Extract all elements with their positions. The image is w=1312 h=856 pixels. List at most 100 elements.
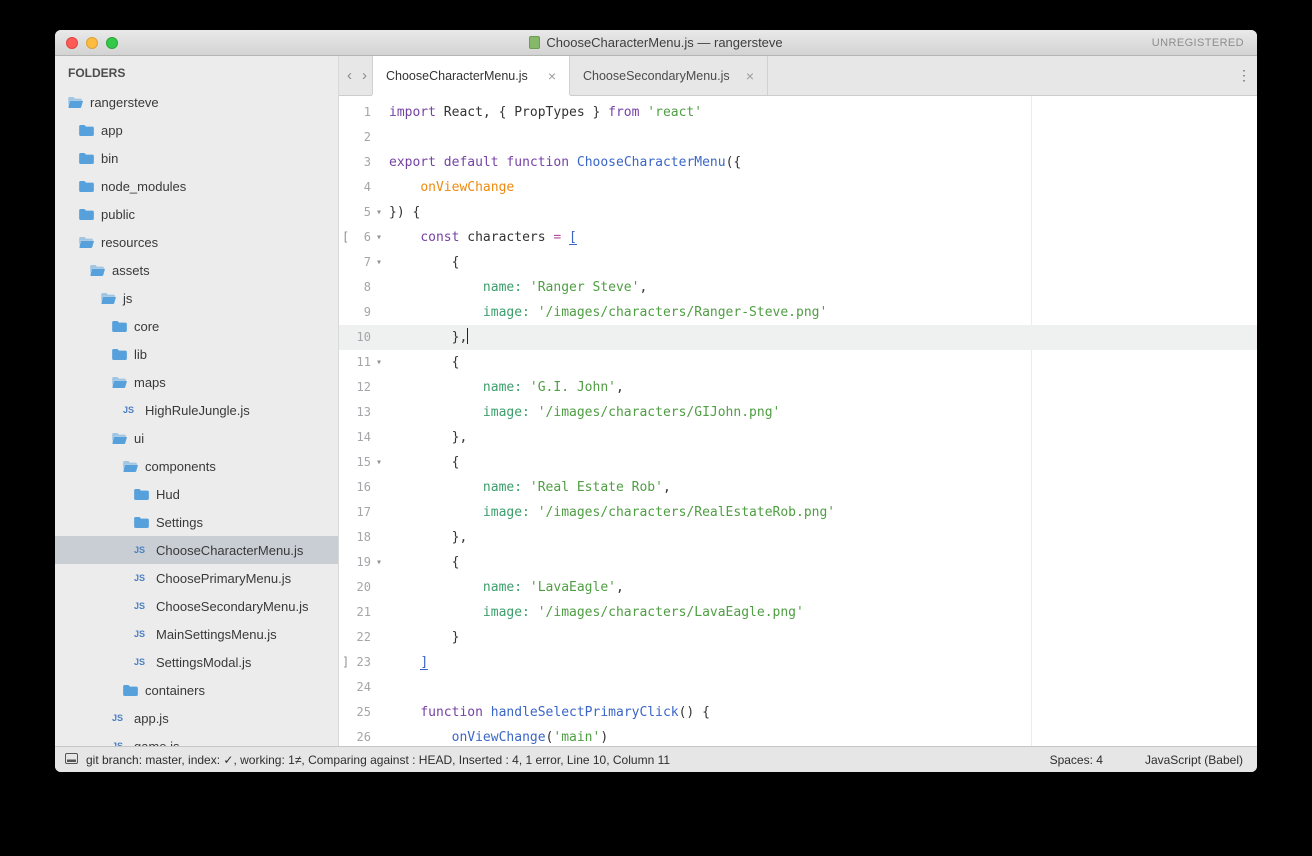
token <box>561 230 569 245</box>
code-line-23[interactable]: ]23 ] <box>339 650 1257 675</box>
panel-toggle-icon[interactable] <box>65 753 78 767</box>
tree-item-containers[interactable]: containers <box>55 676 338 704</box>
close-window-button[interactable] <box>66 37 78 49</box>
code-line-8[interactable]: 8 name: 'Ranger Steve', <box>339 275 1257 300</box>
code-line-14[interactable]: 14 }, <box>339 425 1257 450</box>
code-line-3[interactable]: 3export default function ChooseCharacter… <box>339 150 1257 175</box>
tab-overflow-menu-icon[interactable]: ⋮ <box>1231 56 1257 95</box>
title-bar[interactable]: ChooseCharacterMenu.js — rangersteve UNR… <box>55 30 1257 56</box>
line-number: 11 <box>351 350 371 375</box>
code-line-10[interactable]: 10 }, <box>339 325 1257 350</box>
code-line-15[interactable]: 15▾ { <box>339 450 1257 475</box>
zoom-window-button[interactable] <box>106 37 118 49</box>
gutter-spacer <box>371 650 387 675</box>
code-line-25[interactable]: 25 function handleSelectPrimaryClick() { <box>339 700 1257 725</box>
tab-close-icon[interactable]: × <box>548 68 556 84</box>
code-line-24[interactable]: 24 <box>339 675 1257 700</box>
token: 'G.I. John' <box>530 380 616 395</box>
line-number: 4 <box>351 175 371 200</box>
tree-item-hud[interactable]: Hud <box>55 480 338 508</box>
gutter-bracket-marker <box>339 525 351 550</box>
tree-item-components[interactable]: components <box>55 452 338 480</box>
code-line-13[interactable]: 13 image: '/images/characters/GIJohn.png… <box>339 400 1257 425</box>
code-line-9[interactable]: 9 image: '/images/characters/Ranger-Stev… <box>339 300 1257 325</box>
code-line-12[interactable]: 12 name: 'G.I. John', <box>339 375 1257 400</box>
tree-item-public[interactable]: public <box>55 200 338 228</box>
code-line-22[interactable]: 22 } <box>339 625 1257 650</box>
tab-choosecharactermenu-js[interactable]: ChooseCharacterMenu.js× <box>372 56 570 95</box>
code-line-26[interactable]: 26 onViewChange('main') <box>339 725 1257 746</box>
fold-arrow-icon[interactable]: ▾ <box>371 450 387 475</box>
tree-item-app-js[interactable]: JSapp.js <box>55 704 338 732</box>
tree-item-label: bin <box>101 151 118 166</box>
gutter-spacer <box>371 325 387 350</box>
tab-choosesecondarymenu-js[interactable]: ChooseSecondaryMenu.js× <box>570 56 768 95</box>
code-line-5[interactable]: 5▾}) { <box>339 200 1257 225</box>
tree-item-core[interactable]: core <box>55 312 338 340</box>
tree-item-rangersteve[interactable]: rangersteve <box>55 88 338 116</box>
code-line-1[interactable]: 1import React, { PropTypes } from 'react… <box>339 100 1257 125</box>
tree-item-lib[interactable]: lib <box>55 340 338 368</box>
code-line-21[interactable]: 21 image: '/images/characters/LavaEagle.… <box>339 600 1257 625</box>
gutter-bracket-marker <box>339 350 351 375</box>
token <box>530 405 538 420</box>
code-text: name: 'LavaEagle', <box>389 575 624 600</box>
code-line-20[interactable]: 20 name: 'LavaEagle', <box>339 575 1257 600</box>
code-line-18[interactable]: 18 }, <box>339 525 1257 550</box>
code-editor[interactable]: 1import React, { PropTypes } from 'react… <box>339 96 1257 746</box>
line-number: 12 <box>351 375 371 400</box>
line-number: 15 <box>351 450 371 475</box>
code-line-16[interactable]: 16 name: 'Real Estate Rob', <box>339 475 1257 500</box>
syntax-setting[interactable]: JavaScript (Babel) <box>1145 753 1243 767</box>
tree-item-settings[interactable]: Settings <box>55 508 338 536</box>
tree-item-highrulejungle-js[interactable]: JSHighRuleJungle.js <box>55 396 338 424</box>
code-text: ] <box>389 650 428 675</box>
code-line-2[interactable]: 2 <box>339 125 1257 150</box>
folder-icon <box>79 153 95 164</box>
tab-scroll-right-icon[interactable]: › <box>357 56 372 95</box>
code-line-17[interactable]: 17 image: '/images/characters/RealEstate… <box>339 500 1257 525</box>
fold-arrow-icon[interactable]: ▾ <box>371 350 387 375</box>
code-line-6[interactable]: [6▾ const characters = [ <box>339 225 1257 250</box>
code-line-19[interactable]: 19▾ { <box>339 550 1257 575</box>
line-number: 24 <box>351 675 371 700</box>
code-line-4[interactable]: 4 onViewChange <box>339 175 1257 200</box>
tab-close-icon[interactable]: × <box>746 68 754 84</box>
token: '/images/characters/Ranger-Steve.png' <box>538 305 828 320</box>
fold-arrow-icon[interactable]: ▾ <box>371 200 387 225</box>
code-line-7[interactable]: 7▾ { <box>339 250 1257 275</box>
token <box>389 280 483 295</box>
fold-arrow-icon[interactable]: ▾ <box>371 225 387 250</box>
code-text: onViewChange <box>389 175 514 200</box>
tab-scroll-left-icon[interactable]: ‹ <box>342 56 357 95</box>
tree-item-settingsmodal-js[interactable]: JSSettingsModal.js <box>55 648 338 676</box>
gutter-spacer <box>371 675 387 700</box>
indentation-setting[interactable]: Spaces: 4 <box>1050 753 1103 767</box>
gutter-bracket-marker <box>339 150 351 175</box>
fold-arrow-icon[interactable]: ▾ <box>371 550 387 575</box>
tree-item-node-modules[interactable]: node_modules <box>55 172 338 200</box>
tree-item-resources[interactable]: resources <box>55 228 338 256</box>
fold-arrow-icon[interactable]: ▾ <box>371 250 387 275</box>
folder-icon <box>123 685 139 696</box>
tree-item-js[interactable]: js <box>55 284 338 312</box>
code-text: function handleSelectPrimaryClick() { <box>389 700 710 725</box>
js-file-icon: JS <box>112 713 128 723</box>
code-line-11[interactable]: 11▾ { <box>339 350 1257 375</box>
tree-item-game-js[interactable]: JSgame.js <box>55 732 338 746</box>
js-file-icon: JS <box>134 629 150 639</box>
tree-item-mainsettingsmenu-js[interactable]: JSMainSettingsMenu.js <box>55 620 338 648</box>
tree-item-app[interactable]: app <box>55 116 338 144</box>
tree-item-ui[interactable]: ui <box>55 424 338 452</box>
tree-item-bin[interactable]: bin <box>55 144 338 172</box>
tree-item-maps[interactable]: maps <box>55 368 338 396</box>
line-number: 6 <box>351 225 371 250</box>
tree-item-choosesecondarymenu-js[interactable]: JSChooseSecondaryMenu.js <box>55 592 338 620</box>
tree-item-assets[interactable]: assets <box>55 256 338 284</box>
sidebar: FOLDERS rangersteveappbinnode_modulespub… <box>55 56 338 746</box>
minimize-window-button[interactable] <box>86 37 98 49</box>
tree-item-choosecharactermenu-js[interactable]: JSChooseCharacterMenu.js <box>55 536 338 564</box>
tree-item-label: rangersteve <box>90 95 159 110</box>
token: onViewChange <box>420 180 514 195</box>
tree-item-chooseprimarymenu-js[interactable]: JSChoosePrimaryMenu.js <box>55 564 338 592</box>
